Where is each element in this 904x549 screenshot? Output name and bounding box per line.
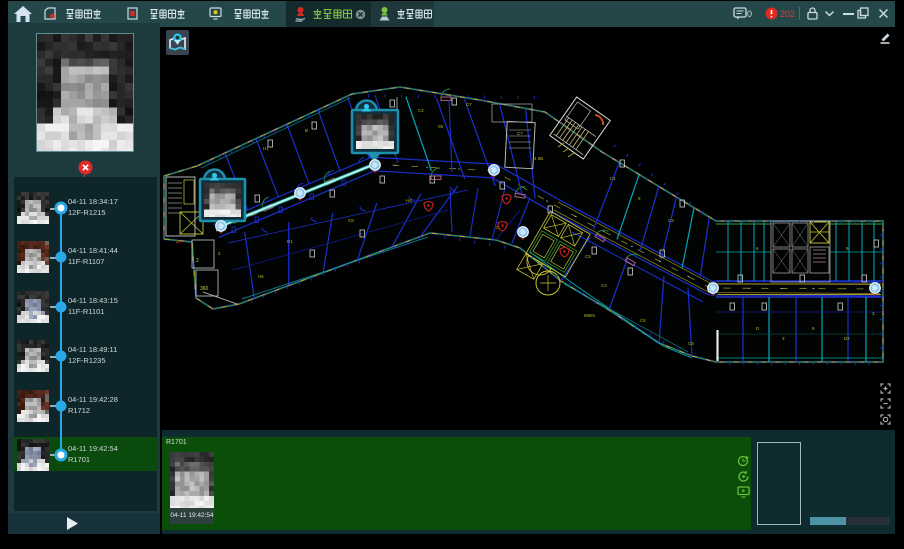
svg-text:360: 360 — [200, 286, 209, 292]
svg-text:C6: C6 — [640, 318, 646, 323]
svg-text:D1: D1 — [287, 239, 293, 244]
svg-text:889m: 889m — [584, 313, 596, 318]
svg-text:H6: H6 — [258, 274, 264, 279]
svg-text:C7: C7 — [517, 131, 523, 136]
svg-text:H4: H4 — [406, 198, 412, 203]
svg-text:C7: C7 — [466, 102, 472, 107]
svg-text:05: 05 — [438, 124, 444, 129]
svg-text:C2: C2 — [418, 108, 424, 113]
svg-text:C8: C8 — [688, 341, 694, 346]
svg-text:B: B — [305, 128, 308, 133]
svg-text:4 6B: 4 6B — [534, 156, 543, 161]
svg-text:C5: C5 — [585, 254, 591, 259]
svg-text:C4: C4 — [601, 283, 607, 288]
svg-text:C3: C3 — [668, 218, 674, 223]
svg-text:D2: D2 — [844, 336, 850, 341]
svg-text:C6: C6 — [348, 218, 354, 223]
svg-text:C1: C1 — [610, 176, 616, 181]
svg-text:2: 2 — [196, 258, 199, 264]
svg-text:47: 47 — [176, 240, 182, 246]
